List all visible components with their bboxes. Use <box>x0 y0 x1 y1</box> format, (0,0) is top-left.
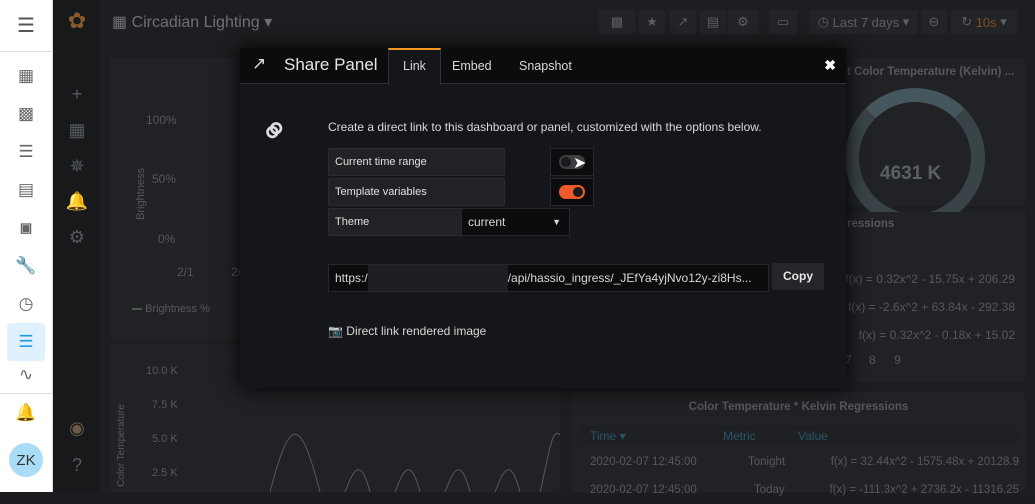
page-link[interactable]: 8 <box>869 353 876 367</box>
header-metric[interactable]: Metric <box>723 429 756 443</box>
table-cell: f(x) = 0.32x^2 - 0.18x + 15.02 <box>858 328 1015 342</box>
save-icon[interactable]: ▤ <box>700 10 726 34</box>
panel-title: nt Color Temperature (Kelvin) ... <box>840 66 1015 78</box>
tab-snapshot[interactable]: Snapshot <box>505 48 586 85</box>
copy-button[interactable]: Copy <box>772 263 824 290</box>
table-cell: f(x) = -2.6x^2 + 63.84x - 292.38 <box>847 300 1015 314</box>
apps-icon[interactable]: ▦ <box>0 57 52 95</box>
option-template-variables: Template variables <box>328 178 594 206</box>
share-icon: ↗ <box>252 54 267 73</box>
table-header: Time ▾ Metric Value <box>578 425 1019 445</box>
share-panel-modal: ↗ Share Panel Link Embed Snapshot ✖ ⚭ Cr… <box>240 48 846 388</box>
user-initials: ZK <box>16 451 36 469</box>
chart-box-icon[interactable]: ▤ <box>0 171 52 209</box>
avatar[interactable]: ZK <box>9 443 43 477</box>
bell-icon[interactable]: 🔔 <box>0 394 52 432</box>
modal-header: ↗ Share Panel Link Embed Snapshot ✖ <box>240 48 846 85</box>
y-axis-label: Color Temperature <box>115 404 127 487</box>
current-time-range-toggle[interactable]: ➤ <box>550 148 594 176</box>
template-variables-toggle[interactable] <box>550 178 594 206</box>
cursor-icon: ➤ <box>573 155 587 172</box>
tab-link[interactable]: Link <box>388 48 441 85</box>
page-link[interactable]: 9 <box>894 353 901 367</box>
wrench-icon[interactable]: 🔧 <box>0 247 52 285</box>
dashboard-title[interactable]: ▦ Circadian Lighting ▾ <box>112 12 272 32</box>
description: Create a direct link to this dashboard o… <box>328 120 762 134</box>
legend-item[interactable]: Brightness % <box>132 303 210 315</box>
y-tick: 100% <box>146 113 177 127</box>
add-panel-icon[interactable]: ▩ <box>599 10 635 34</box>
gauge-arc <box>845 88 985 228</box>
help-icon[interactable]: ? <box>65 455 89 476</box>
panel-title: Color Temperature * Kelvin Regressions <box>688 401 909 413</box>
settings-icon[interactable]: ⚙ <box>728 10 758 34</box>
header-value[interactable]: Value <box>798 429 828 443</box>
timeline-icon[interactable]: ☰ <box>7 323 45 361</box>
gear-icon[interactable]: ⚙ <box>65 227 89 248</box>
redacted-host <box>367 265 508 291</box>
theme-select[interactable]: current ▼ <box>461 208 570 236</box>
chart-line-icon[interactable]: ∿ <box>0 361 52 389</box>
gauge-panel: nt Color Temperature (Kelvin) ... 4631 K <box>840 58 1025 228</box>
y-tick: 7.5 K <box>152 399 178 411</box>
time-range-picker[interactable]: ◷ Last 7 days ▾ <box>810 10 917 34</box>
gauge-value: 4631 K <box>880 163 942 184</box>
link-icon: ⚭ <box>249 105 300 156</box>
camera-icon: 📷 <box>328 324 343 338</box>
refresh-picker[interactable]: ↻ 10s ▾ <box>951 10 1017 34</box>
c-box-icon[interactable]: ▣ <box>0 209 52 247</box>
tv-mode-icon[interactable]: ▭ <box>769 10 797 34</box>
alert-bell-icon[interactable]: 🔔 <box>65 191 89 212</box>
y-tick: 5.0 K <box>152 433 178 445</box>
y-tick: 2.5 K <box>152 467 178 479</box>
table-row: 2020-02-07 12:45:00 Tonight f(x) = 32.44… <box>590 456 1019 468</box>
header-time[interactable]: Time ▾ <box>590 429 626 443</box>
theme-label: Theme <box>328 208 463 236</box>
panel-title: ressions <box>847 218 895 230</box>
kelvin-regressions-panel: Color Temperature * Kelvin Regressions T… <box>572 392 1025 496</box>
y-tick: 0% <box>158 232 176 246</box>
star-icon[interactable]: ★ <box>639 10 665 34</box>
color-temp-line <box>270 432 560 492</box>
share-icon[interactable]: ↗ <box>670 10 696 34</box>
dashboards-icon[interactable]: ▦ <box>65 120 89 141</box>
option-current-time-range: Current time range ➤ <box>328 148 594 176</box>
tab-embed[interactable]: Embed <box>438 48 506 85</box>
menu-icon[interactable]: ☰ <box>0 0 52 52</box>
table-cell: f(x) = 0.32x^2 - 15.75x + 206.29 <box>845 272 1015 286</box>
close-icon[interactable]: ✖ <box>824 57 836 74</box>
table-row: 2020-02-07 12:45:00 Today f(x) = -111.3x… <box>590 484 1019 496</box>
share-url-input[interactable]: https://api/hassio_ingress/_JEfYa4yjNvo1… <box>328 264 769 292</box>
plus-icon[interactable]: + <box>65 84 89 105</box>
y-tick: 50% <box>152 172 177 186</box>
ha-sidebar: ☰ ▦ ▩ ☰ ▤ ▣ 🔧 ◷ ☰ ∿ 🔔 ZK <box>0 0 53 492</box>
user-avatar-icon[interactable]: ◉ <box>65 418 89 439</box>
list-icon[interactable]: ☰ <box>0 133 52 171</box>
speedometer-icon[interactable]: ◷ <box>0 285 52 323</box>
y-tick: 10.0 K <box>146 365 178 377</box>
zoom-out-icon[interactable]: ⊖ <box>921 10 947 34</box>
explore-icon[interactable]: ✵ <box>65 156 89 177</box>
grafana-logo-icon[interactable]: ✿ <box>65 8 89 34</box>
direct-link-rendered-image[interactable]: 📷 Direct link rendered image <box>328 324 486 338</box>
grafana-sidemenu: ✿ + ▦ ✵ 🔔 ⚙ ◉ ? <box>53 0 100 492</box>
x-tick: 2/1 <box>177 265 194 279</box>
y-axis-label: Brightness <box>134 168 147 220</box>
account-box-icon[interactable]: ▩ <box>0 95 52 133</box>
modal-title: Share Panel <box>284 55 378 74</box>
page-link[interactable]: 7 <box>845 353 852 367</box>
